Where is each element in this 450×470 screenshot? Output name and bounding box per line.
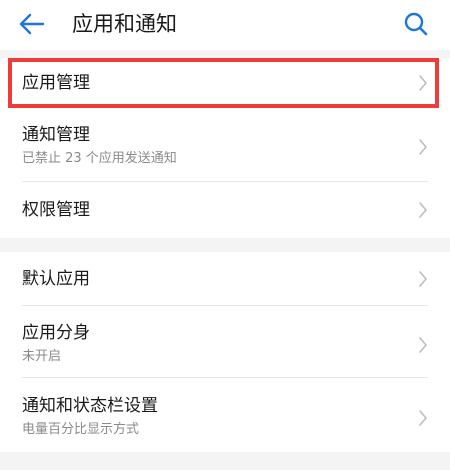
bottom-spacer <box>0 452 450 470</box>
list-item-label: 应用分身 <box>22 323 90 343</box>
list-item-subtitle: 未开启 <box>22 349 62 364</box>
list-item-label: 通知管理 <box>22 125 90 145</box>
chevron-right-icon <box>419 271 427 287</box>
list-item-label: 权限管理 <box>22 200 90 220</box>
back-button[interactable] <box>14 8 50 40</box>
chevron-right-icon <box>419 410 427 426</box>
list-item-default-apps[interactable]: 默认应用 <box>0 252 450 306</box>
list-item-permission-management[interactable]: 权限管理 <box>0 182 450 238</box>
list-item-notification-statusbar-settings[interactable]: 通知和状态栏设置 电量百分比显示方式 <box>0 378 450 452</box>
search-icon <box>404 12 428 36</box>
chevron-right-icon <box>419 202 427 218</box>
list-item-app-twin[interactable]: 应用分身 未开启 <box>0 306 450 378</box>
list-item-label: 通知和状态栏设置 <box>22 396 158 416</box>
settings-group-apps: 应用管理 通知管理 已禁止 23 个应用发送通知 权限管理 <box>0 58 450 238</box>
chevron-right-icon <box>419 139 427 155</box>
list-item-label: 应用管理 <box>22 73 90 93</box>
app-header: 应用和通知 <box>0 0 450 50</box>
list-item-app-management[interactable]: 应用管理 <box>0 58 450 110</box>
arrow-left-icon <box>19 13 45 35</box>
list-item-label: 默认应用 <box>22 269 90 289</box>
chevron-right-icon <box>419 337 427 353</box>
settings-group-defaults: 默认应用 应用分身 未开启 通知和状态栏设置 电量百分比显示方式 <box>0 252 450 452</box>
list-item-subtitle: 已禁止 23 个应用发送通知 <box>22 151 177 166</box>
list-item-notification-management[interactable]: 通知管理 已禁止 23 个应用发送通知 <box>0 110 450 182</box>
search-button[interactable] <box>398 7 434 41</box>
list-item-subtitle: 电量百分比显示方式 <box>22 422 140 437</box>
page-title: 应用和通知 <box>72 12 177 36</box>
settings-page: 应用和通知 应用管理 通知管理 已禁止 23 个应用发送通知 权限管理 默认应用… <box>0 0 450 470</box>
chevron-right-icon <box>419 75 427 91</box>
